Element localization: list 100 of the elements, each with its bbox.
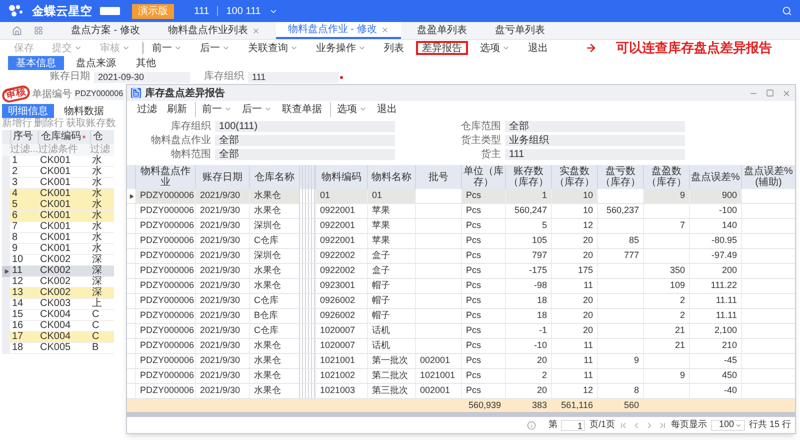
toolbar-button[interactable]: 选项: [474, 41, 516, 55]
input-field[interactable]: 全部: [505, 121, 685, 132]
collapsed-columns[interactable]: [299, 165, 315, 189]
collapsed-columns[interactable]: [299, 369, 315, 383]
column-header[interactable]: 盘点误差%(辅助): [741, 165, 795, 189]
row-selector[interactable]: [2, 266, 10, 277]
table-cell: CK001: [38, 233, 90, 244]
caret-icon: [502, 44, 510, 52]
product-name: 金蝶云星空: [32, 3, 92, 20]
horizontal-scrollbar[interactable]: [127, 412, 795, 417]
collapsed-columns[interactable]: [299, 219, 315, 233]
org-name[interactable]: 111: [194, 4, 210, 18]
toolbar-button[interactable]: 后一: [194, 41, 236, 55]
last-page-icon[interactable]: [658, 420, 667, 430]
collapsed-columns[interactable]: [299, 204, 315, 218]
search-icon[interactable]: [782, 6, 792, 16]
collapsed-columns[interactable]: [299, 264, 315, 278]
collapsed-columns[interactable]: [299, 189, 315, 203]
table-cell: CK002: [38, 255, 90, 266]
grid-icon[interactable]: [34, 26, 43, 35]
first-page-icon[interactable]: [618, 420, 628, 430]
home-icon[interactable]: [12, 26, 22, 36]
page-tab[interactable]: 盘点方案 - 修改: [59, 22, 152, 39]
collapsed-columns[interactable]: [299, 354, 315, 368]
table-cell: PDZY000006: [135, 189, 195, 203]
table-cell: 深: [90, 266, 114, 277]
table-cell: 水果仓: [249, 189, 299, 203]
table-cell: 深: [90, 255, 114, 266]
collapsed-columns[interactable]: [299, 384, 315, 398]
toolbar-button[interactable]: 业务操作: [310, 41, 372, 55]
close-icon[interactable]: [380, 26, 389, 34]
close-icon[interactable]: [782, 88, 791, 98]
page-tab[interactable]: 物料盘点作业列表: [156, 22, 272, 39]
toolbar-button[interactable]: 退出: [522, 41, 554, 55]
toolbar-button[interactable]: 刷新: [165, 102, 189, 116]
input-field[interactable]: 全部: [215, 149, 395, 160]
caret-icon: [74, 44, 82, 52]
column-header[interactable]: 批号: [415, 165, 461, 189]
toolbar-button[interactable]: 退出: [375, 102, 399, 116]
field-label: 单据编号: [32, 88, 72, 102]
collapsed-columns[interactable]: [299, 279, 315, 293]
total-cell-text: 560: [622, 399, 640, 412]
toolbar-button[interactable]: 差异报告: [416, 41, 468, 55]
toolbar-button[interactable]: 联查单据: [280, 102, 324, 116]
input-field[interactable]: 2021-09-30: [94, 72, 190, 82]
input-field[interactable]: 111: [248, 72, 344, 82]
column-header[interactable]: 仓: [90, 130, 114, 144]
toolbar-button[interactable]: 前一: [142, 41, 188, 55]
page-tab[interactable]: 盘盈单列表: [404, 22, 479, 39]
table-cell: CK001: [38, 222, 90, 233]
collapsed-columns[interactable]: [299, 234, 315, 248]
field-label: 物料范围: [170, 150, 211, 160]
collapsed-columns[interactable]: [299, 309, 315, 323]
row-indicator-icon: [4, 269, 8, 274]
toolbar-button[interactable]: 列表: [378, 41, 410, 55]
page-tab[interactable]: 盘亏单列表: [482, 22, 557, 39]
table-cell: CK001: [38, 189, 90, 200]
collapsed-columns[interactable]: [299, 249, 315, 263]
caret-icon: [174, 44, 182, 52]
detail-tab[interactable]: 明细信息: [2, 104, 54, 118]
info-icon[interactable]: [527, 420, 536, 430]
table-cell: B: [90, 343, 114, 354]
table-cell: C: [90, 332, 114, 343]
row-indicator-icon: [128, 194, 134, 198]
toolbar-button[interactable]: 关联查询: [242, 41, 304, 55]
user-name[interactable]: 100 111: [226, 4, 261, 18]
per-page-select[interactable]: 100: [710, 420, 745, 430]
table-cell: PDZY000006: [135, 384, 195, 398]
table-cell: 水: [90, 156, 114, 167]
column-header[interactable]: 序号: [10, 130, 38, 144]
table-cell: 9: [10, 244, 38, 255]
input-field[interactable]: 全部: [215, 135, 395, 146]
toolbar-button[interactable]: 过滤: [135, 102, 159, 116]
collapsed-columns[interactable]: [299, 324, 315, 338]
detail-tab[interactable]: 物料数据: [58, 104, 110, 118]
per-page-label: 每页显示: [670, 418, 707, 432]
form-tab[interactable]: 基本信息: [8, 56, 64, 70]
field-label: 库存组织: [204, 72, 244, 82]
table-cell: 01: [315, 189, 367, 203]
column-header[interactable]: 盘亏数（库存）: [597, 165, 643, 189]
form-tab[interactable]: 盘点来源: [68, 56, 124, 70]
input-field[interactable]: PDZY000006: [74, 88, 124, 100]
table-cell: PDZY000006: [135, 234, 195, 248]
page-input[interactable]: 1: [561, 420, 586, 430]
close-icon[interactable]: [252, 26, 260, 34]
toolbar-button[interactable]: 选项: [330, 102, 369, 116]
toolbar-button[interactable]: 前一: [195, 102, 234, 116]
input-field[interactable]: 111: [505, 149, 685, 160]
column-header[interactable]: 仓库编码: [38, 130, 90, 144]
table-cell: C: [90, 310, 114, 321]
collapsed-columns[interactable]: [299, 294, 315, 308]
input-field[interactable]: 100(111): [215, 121, 395, 132]
caret-icon: [290, 44, 298, 52]
page-tab[interactable]: 物料盘点作业 - 修改: [276, 22, 401, 39]
collapsed-columns[interactable]: [299, 339, 315, 353]
maximize-icon[interactable]: [766, 89, 774, 97]
table-cell: 5: [10, 200, 38, 211]
form-tab[interactable]: 其他: [128, 56, 164, 70]
input-field[interactable]: 业务组织: [505, 135, 685, 146]
toolbar-button[interactable]: 后一: [240, 102, 274, 116]
